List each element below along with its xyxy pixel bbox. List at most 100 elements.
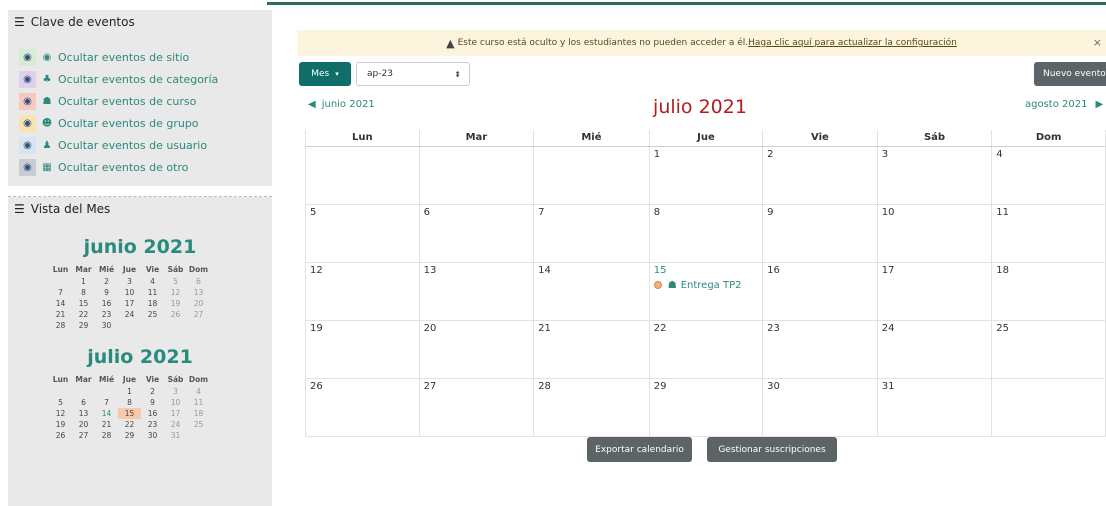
mini-day[interactable]: 6 <box>187 276 210 287</box>
eye-icon[interactable]: ◉ <box>19 114 36 132</box>
mini-day[interactable]: 22 <box>118 419 141 430</box>
mini-day[interactable]: 7 <box>95 397 118 408</box>
calendar-day-cell[interactable]: 3 <box>876 145 993 205</box>
mini-day[interactable]: 27 <box>72 430 95 441</box>
mini-day[interactable]: 21 <box>49 309 72 320</box>
mini-day[interactable]: 19 <box>49 419 72 430</box>
mini-day[interactable]: 1 <box>72 276 95 287</box>
export-calendar-button[interactable]: Exportar calendario <box>587 437 692 462</box>
hamburger-icon[interactable]: ☰ <box>14 202 25 216</box>
mini-day[interactable]: 27 <box>187 309 210 320</box>
event-key-item[interactable]: ◉ ▦ Ocultar eventos de otro <box>19 156 272 178</box>
mini-day[interactable]: 29 <box>118 430 141 441</box>
calendar-day-cell[interactable]: 10 <box>876 203 993 263</box>
calendar-day-cell[interactable]: 21 <box>533 319 650 379</box>
mini-day[interactable]: 11 <box>187 397 210 408</box>
calendar-day-cell[interactable]: 24 <box>876 319 993 379</box>
mini-month-title[interactable]: julio 2021 <box>8 341 272 373</box>
calendar-day-cell[interactable]: 27 <box>418 377 535 437</box>
mini-day[interactable]: 5 <box>164 276 187 287</box>
eye-icon[interactable]: ◉ <box>19 92 36 110</box>
mini-day[interactable]: 12 <box>49 408 72 419</box>
mini-day[interactable]: 28 <box>49 320 72 331</box>
next-month-link[interactable]: agosto 2021 ▶ <box>1025 99 1103 110</box>
mini-day[interactable]: 5 <box>49 397 72 408</box>
calendar-day-cell[interactable]: 25 <box>991 319 1106 379</box>
event-key-item[interactable]: ◉ ♣ Ocultar eventos de categoría <box>19 68 272 90</box>
course-select[interactable]: ap-23 ⬍ <box>356 62 470 86</box>
hamburger-icon[interactable]: ☰ <box>14 15 25 29</box>
manage-subscriptions-button[interactable]: Gestionar suscripciones <box>707 437 837 462</box>
calendar-day-cell[interactable]: 7 <box>533 203 650 263</box>
new-event-button[interactable]: Nuevo evento <box>1034 62 1106 86</box>
mini-day[interactable]: 14 <box>95 408 118 419</box>
mini-day[interactable]: 14 <box>49 298 72 309</box>
mini-day[interactable]: 21 <box>95 419 118 430</box>
event-key-item[interactable]: ◉ ☻ Ocultar eventos de grupo <box>19 112 272 134</box>
calendar-day-cell[interactable]: 23 <box>762 319 878 379</box>
calendar-day-cell[interactable]: 2 <box>762 145 878 205</box>
mini-day[interactable]: 9 <box>141 397 164 408</box>
mini-day[interactable]: 3 <box>164 386 187 397</box>
calendar-day-cell[interactable] <box>418 145 535 205</box>
calendar-day-cell[interactable]: 31 <box>876 377 993 437</box>
mini-day[interactable]: 16 <box>95 298 118 309</box>
calendar-day-cell[interactable]: 30 <box>762 377 878 437</box>
day-number[interactable]: 15 <box>654 265 758 276</box>
mini-day[interactable]: 28 <box>95 430 118 441</box>
calendar-day-cell[interactable]: 4 <box>991 145 1106 205</box>
mini-day[interactable]: 6 <box>72 397 95 408</box>
mini-day[interactable]: 26 <box>49 430 72 441</box>
event-key-item[interactable]: ◉ ☗ Ocultar eventos de curso <box>19 90 272 112</box>
calendar-day-cell[interactable]: 5 <box>305 203 420 263</box>
mini-day[interactable]: 10 <box>118 287 141 298</box>
mini-day[interactable]: 18 <box>187 408 210 419</box>
mini-month-title[interactable]: junio 2021 <box>8 231 272 263</box>
calendar-day-cell[interactable]: 18 <box>991 261 1106 321</box>
mini-day[interactable]: 19 <box>164 298 187 309</box>
calendar-event[interactable]: ☗ Entrega TP2 <box>653 280 758 291</box>
mini-day[interactable]: 23 <box>95 309 118 320</box>
calendar-day-cell[interactable]: 29 <box>648 377 764 437</box>
mini-day[interactable]: 17 <box>164 408 187 419</box>
calendar-day-cell[interactable]: 26 <box>305 377 420 437</box>
mini-day[interactable]: 31 <box>164 430 187 441</box>
mini-day[interactable]: 11 <box>141 287 164 298</box>
alert-settings-link[interactable]: Haga clic aquí para actualizar la config… <box>748 38 957 48</box>
calendar-day-cell[interactable]: 16 <box>762 261 878 321</box>
calendar-day-cell[interactable]: 12 <box>305 261 420 321</box>
mini-day[interactable]: 3 <box>118 276 141 287</box>
calendar-day-cell[interactable]: 22 <box>648 319 764 379</box>
mini-day[interactable]: 15 <box>72 298 95 309</box>
calendar-day-cell[interactable]: 28 <box>533 377 650 437</box>
calendar-day-cell[interactable] <box>533 145 650 205</box>
mini-day[interactable]: 1 <box>118 386 141 397</box>
calendar-day-cell[interactable]: 14 <box>533 261 650 321</box>
mini-day[interactable]: 24 <box>118 309 141 320</box>
mini-day[interactable]: 7 <box>49 287 72 298</box>
calendar-day-cell[interactable]: 20 <box>418 319 535 379</box>
view-select-button[interactable]: Mes ▾ <box>299 62 351 86</box>
mini-day[interactable]: 16 <box>141 408 164 419</box>
mini-day[interactable]: 30 <box>95 320 118 331</box>
mini-day[interactable]: 2 <box>95 276 118 287</box>
mini-day[interactable]: 8 <box>118 397 141 408</box>
mini-day[interactable]: 17 <box>118 298 141 309</box>
eye-icon[interactable]: ◉ <box>19 136 36 154</box>
eye-icon[interactable]: ◉ <box>19 158 36 176</box>
calendar-day-cell[interactable]: 6 <box>418 203 535 263</box>
mini-day[interactable]: 18 <box>141 298 164 309</box>
mini-day[interactable]: 8 <box>72 287 95 298</box>
calendar-day-cell[interactable]: 11 <box>991 203 1106 263</box>
mini-day[interactable]: 22 <box>72 309 95 320</box>
mini-day[interactable]: 20 <box>72 419 95 430</box>
mini-day[interactable]: 30 <box>141 430 164 441</box>
mini-day[interactable]: 9 <box>95 287 118 298</box>
calendar-day-cell[interactable]: 9 <box>762 203 878 263</box>
event-key-item[interactable]: ◉ ◉ Ocultar eventos de sitio <box>19 46 272 68</box>
mini-day[interactable]: 26 <box>164 309 187 320</box>
mini-day[interactable]: 20 <box>187 298 210 309</box>
eye-icon[interactable]: ◉ <box>19 70 36 88</box>
mini-day[interactable]: 15 <box>118 408 141 419</box>
calendar-day-cell[interactable]: 8 <box>648 203 764 263</box>
